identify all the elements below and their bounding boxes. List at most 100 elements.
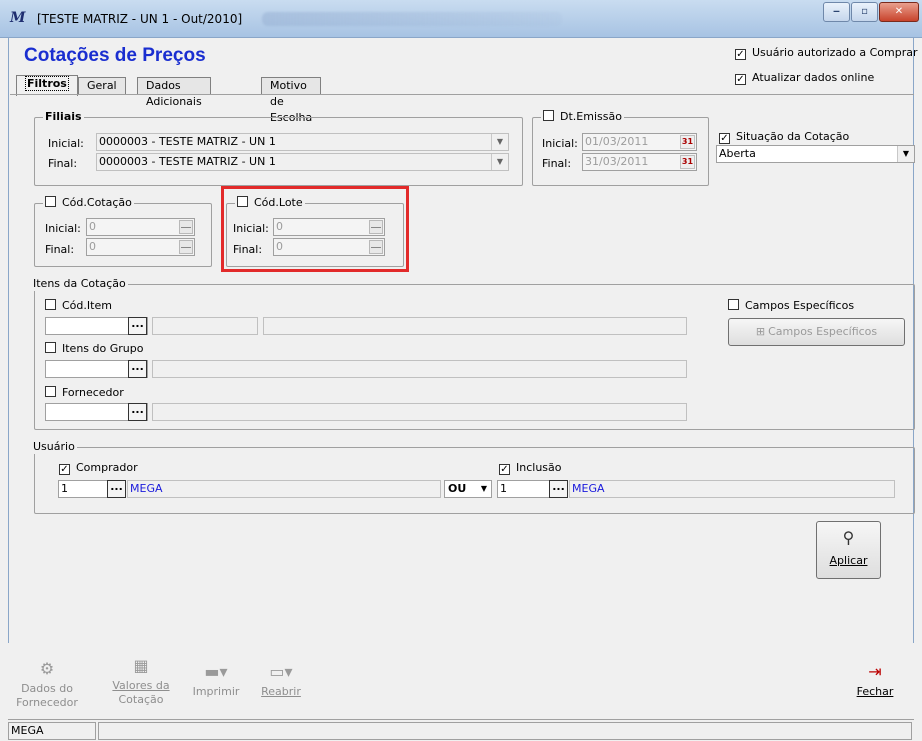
atualizar-online-checkbox[interactable]: ✓ Atualizar dados online [735, 71, 874, 85]
campos-especificos-button-label: Campos Específicos [768, 325, 878, 338]
checkbox-box[interactable] [45, 386, 56, 397]
dados-fornecedor-button[interactable]: ⚙ Dados do Fornecedor [16, 660, 78, 710]
chevron-down-icon[interactable]: ▼ [491, 134, 508, 150]
binoculars-icon: ⚲ [842, 528, 855, 547]
inclusao-code-input[interactable]: 1 [497, 480, 550, 498]
dt-inicial-field[interactable]: 01/03/2011 31 [582, 133, 697, 151]
checkbox-box[interactable]: ✓ [719, 133, 730, 144]
application-window: M [TESTE MATRIZ - UN 1 - Out/2010] ‒ ▫ ✕… [0, 0, 922, 741]
dt-emissao-label: Dt.Emissão [560, 110, 622, 123]
maximize-button[interactable]: ▫ [851, 2, 878, 22]
itens-legend: Itens da Cotação [31, 277, 128, 291]
highlight-annotation-box [221, 186, 409, 272]
inclusao-name-value: MEGA [572, 482, 605, 495]
printer-icon: ▬▾ [204, 662, 228, 681]
aplicar-button[interactable]: ⚲ Aplicar [816, 521, 881, 579]
imprimir-label: Imprimir [192, 685, 240, 698]
dt-inicial-value: 01/03/2011 [585, 135, 649, 148]
blurred-menu-strip [262, 12, 562, 26]
cod-item-lookup-button[interactable]: ... [128, 317, 147, 335]
campos-especificos-label: Campos Específicos [745, 299, 855, 312]
operator-value: OU [448, 482, 467, 495]
operator-select[interactable]: OU ▼ [444, 480, 492, 498]
situacao-value: Aberta [719, 147, 756, 160]
checkbox-box[interactable] [45, 299, 56, 310]
tab-filtros[interactable]: Filtros [16, 75, 78, 96]
spinner-icon[interactable] [179, 220, 193, 234]
usuario-autorizado-label: Usuário autorizado a Comprar [752, 46, 918, 59]
inclusao-code-value: 1 [500, 482, 507, 495]
reabrir-button[interactable]: ▭▾ Reabrir [256, 663, 306, 699]
cod-cotacao-checkbox[interactable]: Cód.Cotação [43, 196, 134, 210]
status-bar: MEGA [8, 719, 914, 741]
usuario-legend: Usuário [31, 440, 77, 454]
comprador-checkbox[interactable]: ✓ Comprador [59, 461, 138, 475]
comprador-name-display: MEGA [127, 480, 441, 498]
situacao-select[interactable]: Aberta ▼ [716, 145, 915, 163]
inclusao-lookup-button[interactable]: ... [549, 480, 568, 498]
chevron-down-icon[interactable]: ▼ [897, 146, 914, 162]
comprador-code-input[interactable]: 1 [58, 480, 108, 498]
minimize-button[interactable]: ‒ [823, 2, 850, 22]
itens-grupo-lookup-button[interactable]: ... [128, 360, 147, 378]
campos-especificos-button[interactable]: ⊞ Campos Específicos [728, 318, 905, 346]
filial-final-value: 0000003 - TESTE MATRIZ - UN 1 [99, 155, 276, 168]
inclusao-checkbox[interactable]: ✓ Inclusão [499, 461, 562, 475]
dt-final-label: Final: [542, 157, 572, 170]
supplier-icon: ⚙ [39, 659, 55, 678]
fornecedor-lookup-button[interactable]: ... [128, 403, 147, 421]
tab-geral[interactable]: Geral [78, 77, 126, 95]
folder-icon: ▭▾ [269, 662, 293, 681]
usuario-autorizado-checkbox[interactable]: ✓ Usuário autorizado a Comprar [735, 46, 918, 60]
fechar-button[interactable]: ⇥ Fechar [850, 663, 900, 699]
chevron-down-icon[interactable]: ▼ [491, 154, 508, 170]
checkbox-box[interactable] [45, 342, 56, 353]
checkbox-box[interactable]: ✓ [499, 464, 510, 475]
imprimir-button[interactable]: ▬▾ Imprimir [188, 663, 244, 699]
cotacao-final-value: 0 [89, 240, 96, 253]
calculator-icon: ▦ [133, 656, 149, 675]
exit-door-icon: ⇥ [868, 662, 882, 681]
dt-emissao-group: Dt.Emissão [532, 110, 709, 186]
calendar-icon[interactable]: 31 [680, 155, 695, 169]
filial-final-select[interactable]: 0000003 - TESTE MATRIZ - UN 1 ▼ [96, 153, 509, 171]
dt-final-field[interactable]: 31/03/2011 31 [582, 153, 697, 171]
fornecedor-checkbox[interactable]: Fornecedor [45, 386, 124, 399]
itens-grupo-description-display [152, 360, 687, 378]
filial-inicial-select[interactable]: 0000003 - TESTE MATRIZ - UN 1 ▼ [96, 133, 509, 151]
cotacao-inicial-label: Inicial: [45, 222, 81, 235]
title-bar[interactable]: M [TESTE MATRIZ - UN 1 - Out/2010] ‒ ▫ ✕ [0, 0, 922, 38]
tab-motivo-escolha[interactable]: Motivo de Escolha [261, 77, 322, 124]
valores-cotacao-label-2: Cotação [118, 693, 164, 706]
fornecedor-label: Fornecedor [62, 386, 124, 399]
tab-dados-adicionais[interactable]: Dados Adicionais [137, 77, 211, 108]
valores-cotacao-label-1: Valores da [112, 679, 170, 692]
checkbox-box[interactable] [728, 299, 739, 310]
spinner-icon[interactable] [179, 240, 193, 254]
itens-grupo-label: Itens do Grupo [62, 342, 144, 355]
filiais-legend: Filiais [43, 110, 84, 124]
cotacao-final-field[interactable]: 0 [86, 238, 195, 256]
cod-item-checkbox[interactable]: Cód.Item [45, 299, 112, 312]
dados-fornecedor-label-2: Fornecedor [16, 696, 78, 709]
valores-cotacao-button[interactable]: ▦ Valores da Cotação [108, 657, 174, 707]
itens-grupo-checkbox[interactable]: Itens do Grupo [45, 342, 143, 355]
calendar-icon[interactable]: 31 [680, 135, 695, 149]
checkbox-box[interactable] [543, 110, 554, 121]
checkbox-box[interactable]: ✓ [735, 74, 746, 85]
checkbox-box[interactable]: ✓ [59, 464, 70, 475]
cotacao-inicial-field[interactable]: 0 [86, 218, 195, 236]
checkbox-box[interactable] [45, 196, 56, 207]
checkbox-box[interactable]: ✓ [735, 49, 746, 60]
comprador-lookup-button[interactable]: ... [107, 480, 126, 498]
chevron-down-icon[interactable]: ▼ [477, 481, 491, 497]
campos-especificos-checkbox[interactable]: Campos Específicos [728, 299, 854, 312]
situacao-checkbox[interactable]: ✓ Situação da Cotação [719, 130, 849, 144]
inclusao-label: Inclusão [516, 461, 562, 474]
status-user: MEGA [8, 722, 96, 740]
close-button[interactable]: ✕ [879, 2, 919, 22]
inclusao-name-display: MEGA [569, 480, 895, 498]
reabrir-label: Reabrir [261, 685, 301, 698]
dt-emissao-checkbox[interactable]: Dt.Emissão [541, 110, 624, 124]
fornecedor-description-display [152, 403, 687, 421]
